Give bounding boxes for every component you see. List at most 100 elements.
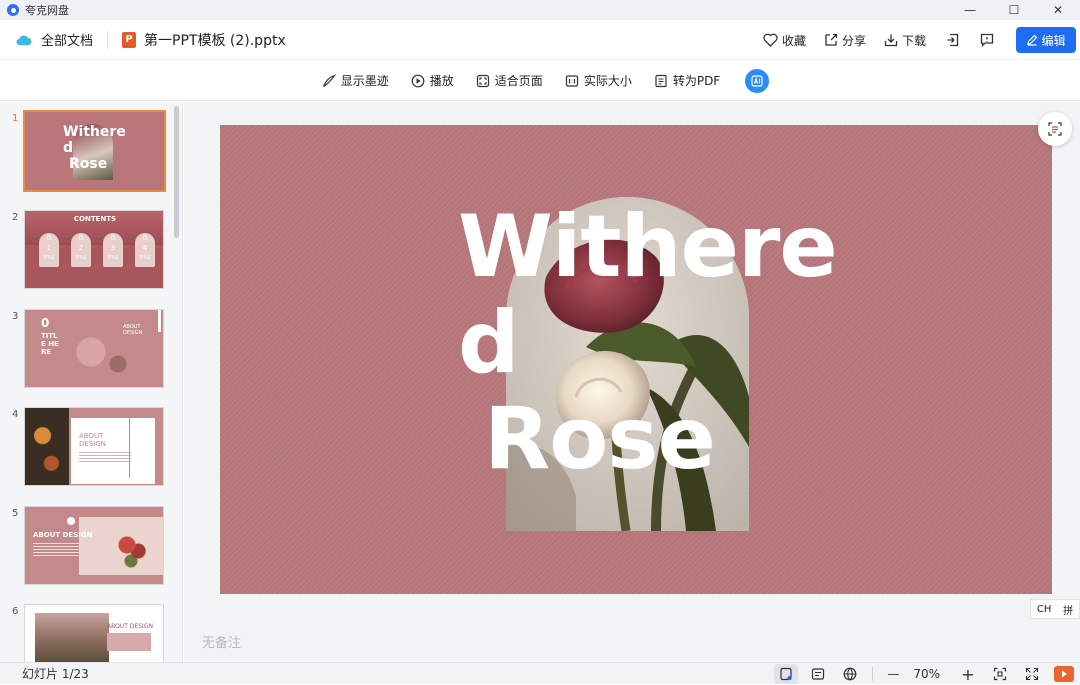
fit-window-button[interactable]: [988, 664, 1012, 684]
thumbnail-slide-4[interactable]: ABOUT DESIGN: [24, 407, 164, 486]
thumbnail-slide-5[interactable]: ABOUT DESIGN: [24, 506, 164, 585]
zoom-in-icon: +: [961, 664, 975, 684]
slide-title-line-2: d: [458, 293, 520, 393]
ime-language: CH: [1036, 603, 1052, 615]
edit-label: 编辑: [1041, 33, 1066, 48]
zoom-out-button[interactable]: —: [881, 664, 905, 684]
thumbnail-item[interactable]: 2 CONTENTS 0 1 TITLE 0 2 TITLE 0 3 TITLE 0 4 TIT…: [0, 210, 170, 294]
screenshot-text-icon: [1048, 122, 1062, 136]
show-ink-label: 显示墨迹: [340, 74, 389, 88]
slide-viewer: Withere d Rose 无备注 CH 拼: [184, 102, 1080, 662]
status-divider: [872, 667, 874, 681]
slide-tools-button[interactable]: [1038, 112, 1072, 146]
thumbnail-panel: 1 Withere d Rose 2 CONTENTS 0 1 TITLE 0 2 TI…: [0, 102, 183, 662]
heart-icon: [763, 33, 778, 47]
play-label: 播放: [429, 74, 454, 88]
fit-page-label: 适合页面: [494, 74, 543, 88]
thumbnail-number: 1: [12, 113, 19, 124]
notes-view-icon: [812, 668, 825, 680]
globe-icon: [843, 667, 857, 681]
share-icon: [825, 33, 838, 46]
ppt-file-icon: P: [122, 31, 137, 48]
file-tab[interactable]: P 第一PPT模板 (2).pptx: [122, 30, 286, 50]
slide-title-line-1: Withere: [458, 197, 838, 297]
slide-count: 幻灯片 1/23: [22, 667, 89, 681]
share-label: 分享: [841, 33, 866, 48]
actual-size-label: 实际大小: [583, 74, 632, 88]
header-divider: [107, 30, 109, 49]
thumbnail-item[interactable]: 4 ABOUT DESIGN: [0, 407, 170, 491]
file-name: 第一PPT模板 (2).pptx: [144, 32, 286, 49]
thumbnail-number: 4: [12, 409, 19, 420]
zoom-out-icon: —: [887, 667, 900, 681]
header: 全部文档 P 第一PPT模板 (2).pptx 收藏 分享 下载 编辑: [0, 20, 1080, 60]
edit-button[interactable]: 编辑: [1016, 27, 1076, 53]
to-pdf-button[interactable]: 转为PDF: [654, 72, 720, 89]
play-icon: [411, 74, 425, 87]
thumbnail-number: 2: [12, 212, 19, 223]
pencil-icon: [1027, 34, 1038, 46]
app-logo-icon: [7, 4, 19, 16]
thumbnail-scrollbar[interactable]: [174, 106, 179, 238]
export-icon: [947, 33, 959, 47]
thumbnail-item[interactable]: 1 Withere d Rose: [0, 110, 170, 195]
play-triangle-icon: [1062, 670, 1067, 678]
ai-assistant-button[interactable]: [745, 68, 770, 93]
minimize-button[interactable]: —: [948, 0, 992, 20]
thumbnail-number: 5: [12, 508, 19, 519]
ime-mode: 拼: [1063, 605, 1074, 617]
window-controls: — ☐ ✕: [948, 0, 1080, 20]
thumbnail-item[interactable]: 5 ABOUT DESIGN: [0, 506, 170, 590]
thumbnail-slide-1[interactable]: Withere d Rose: [23, 110, 166, 192]
ink-icon: [322, 73, 336, 87]
title-bar: 夸克网盘 — ☐ ✕: [0, 0, 1080, 20]
thumbnail-contents-heading: CONTENTS: [73, 215, 117, 223]
thumbnail-slide-6[interactable]: ABOUT DESIGN: [24, 604, 164, 662]
slide-title-line-3: Rose: [484, 389, 716, 489]
zoom-level[interactable]: 70%: [913, 667, 940, 681]
cloud-icon: [16, 35, 32, 45]
all-docs-label: 全部文档: [41, 34, 94, 49]
toolbar: 显示墨迹 播放 适合页面 实际大小 转为PDF: [0, 61, 1080, 101]
thumbnail-slide-2[interactable]: CONTENTS 0 1 TITLE 0 2 TITLE 0 3 TITLE 0 4 TITLE: [24, 210, 164, 289]
zoom-in-button[interactable]: +: [956, 664, 980, 684]
export-button[interactable]: [946, 33, 960, 47]
notes-view-button[interactable]: [806, 664, 830, 684]
actual-size-button[interactable]: 实际大小: [565, 72, 632, 89]
thumbnail-title: Withere d Rose: [63, 124, 126, 172]
normal-view-icon: [780, 667, 792, 681]
download-icon: [884, 34, 898, 47]
ime-indicator[interactable]: CH 拼: [1030, 599, 1080, 619]
web-view-button[interactable]: [838, 664, 862, 684]
current-slide: Withere d Rose: [220, 125, 1052, 594]
feedback-icon: [980, 33, 994, 47]
feedback-button[interactable]: [980, 33, 994, 47]
fullscreen-button[interactable]: [1020, 664, 1044, 684]
show-ink-button[interactable]: 显示墨迹: [322, 72, 389, 89]
slideshow-play-button[interactable]: [1054, 666, 1074, 682]
normal-view-button[interactable]: [774, 664, 799, 684]
ai-icon: [751, 74, 763, 87]
share-button[interactable]: 分享: [824, 32, 866, 49]
app-title: 夸克网盘: [25, 4, 69, 17]
favorite-label: 收藏: [781, 33, 806, 48]
close-button[interactable]: ✕: [1036, 0, 1080, 20]
download-button[interactable]: 下载: [884, 32, 926, 49]
fit-page-icon: [476, 74, 489, 87]
thumbnail-item[interactable]: 6 ABOUT DESIGN: [0, 604, 170, 662]
status-bar: 幻灯片 1/23 — 70% +: [0, 662, 1080, 684]
favorite-button[interactable]: 收藏: [763, 32, 806, 49]
all-docs-button[interactable]: 全部文档: [16, 30, 93, 49]
to-pdf-label: 转为PDF: [672, 74, 721, 88]
fit-page-button[interactable]: 适合页面: [476, 72, 543, 89]
play-button[interactable]: 播放: [411, 72, 454, 89]
actual-size-icon: [565, 74, 578, 87]
maximize-button[interactable]: ☐: [992, 0, 1036, 20]
thumbnail-item[interactable]: 3 0 TITL E HE RE ABOUT DESIGN: [0, 309, 170, 393]
download-label: 下载: [901, 33, 926, 48]
notes-placeholder[interactable]: 无备注: [202, 632, 241, 651]
thumbnail-slide-3[interactable]: 0 TITL E HE RE ABOUT DESIGN: [24, 309, 164, 388]
fit-window-icon: [993, 667, 1007, 681]
fullscreen-icon: [1025, 667, 1039, 681]
thumbnail-number: 3: [12, 311, 19, 322]
